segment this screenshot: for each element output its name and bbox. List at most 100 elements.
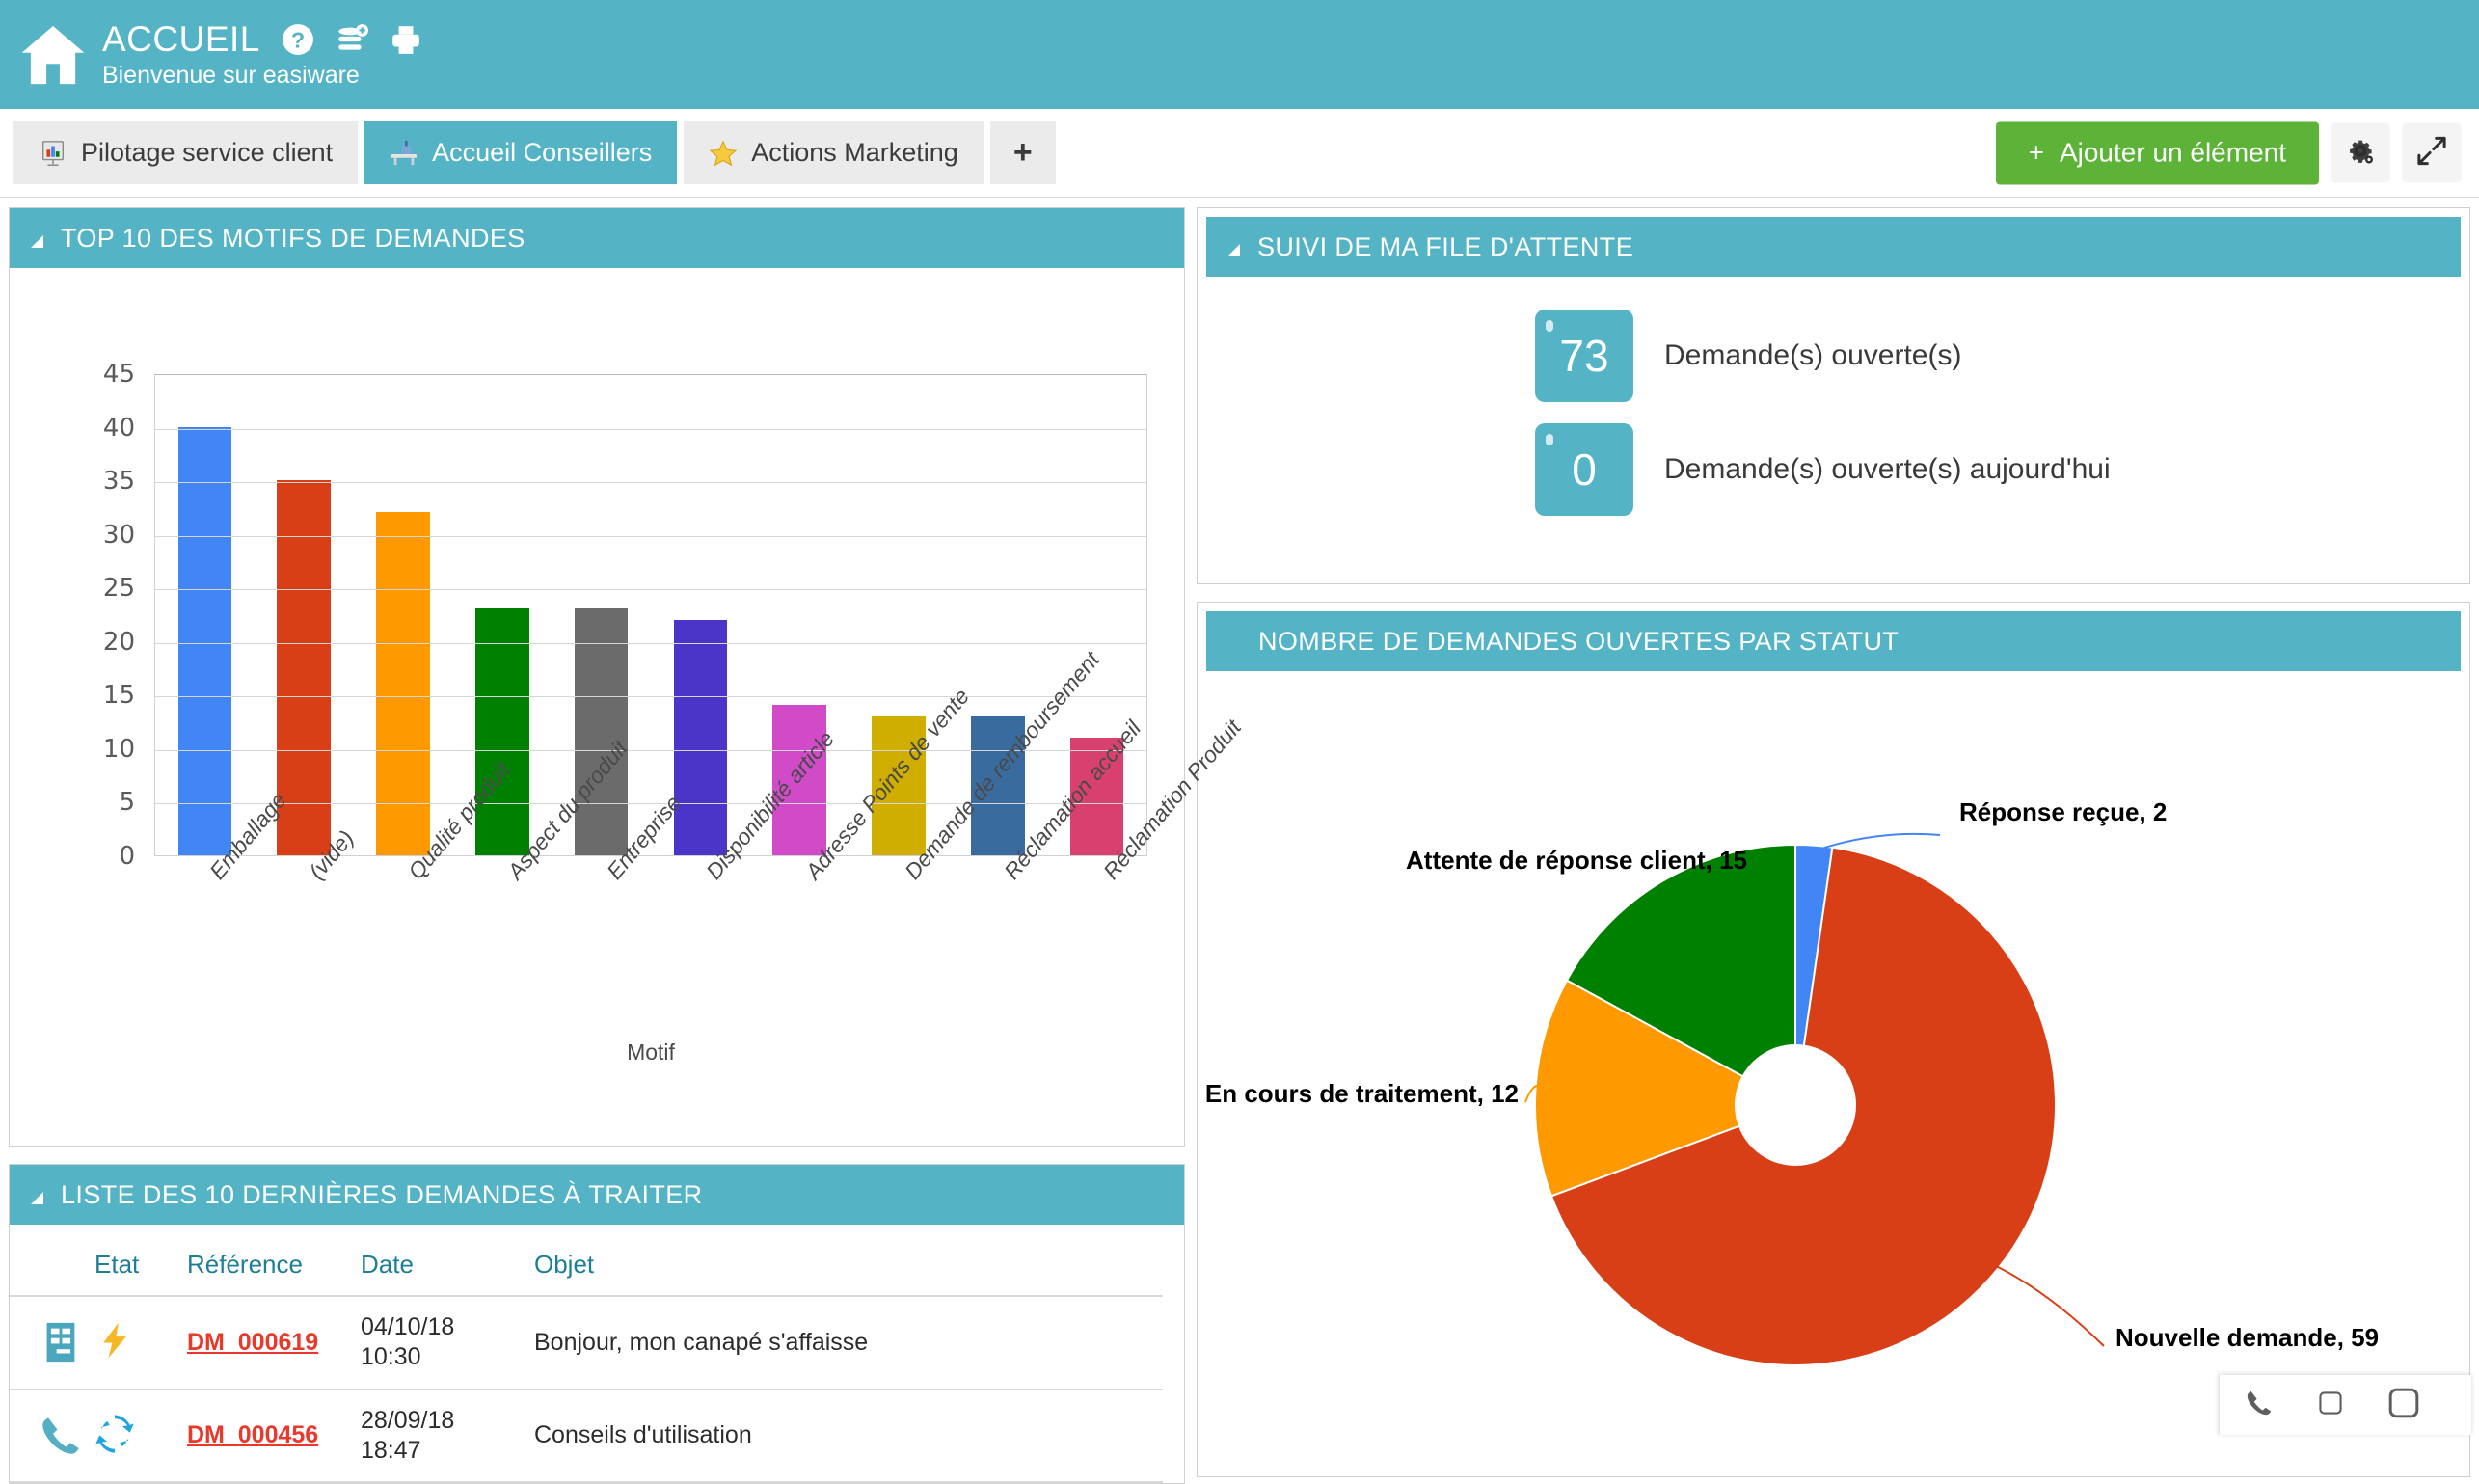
tab-actions-marketing[interactable]: Actions Marketing [684, 121, 984, 184]
cell-objet: Conseils d'utilisation [534, 1390, 1163, 1483]
dashboard-content: TOP 10 DES MOTIFS DE DEMANDES 0510152025… [0, 199, 2479, 1435]
cell-channel [10, 1390, 94, 1483]
x-axis-ticks: Emballage(vide)Qualité produitAspect du … [154, 864, 1147, 1057]
print-icon[interactable] [390, 23, 422, 56]
cell-date: 04/10/1810:30 [361, 1296, 534, 1390]
left-column: TOP 10 DES MOTIFS DE DEMANDES 0510152025… [9, 207, 1197, 1435]
col-objet: Objet [534, 1250, 1163, 1296]
table-row[interactable]: DM_000619 04/10/1810:30Bonjour, mon canap… [10, 1296, 1163, 1390]
panel-title: LISTE DES 10 DERNIÈRES DEMANDES À TRAITE… [61, 1180, 703, 1210]
page-title: ACCUEIL [102, 19, 260, 60]
cell-objet: Bonjour, mon canapé s'affaisse [534, 1296, 1163, 1390]
donut-data-label: Nouvelle demande, 59 [2115, 1323, 2379, 1352]
cell-channel [10, 1296, 94, 1390]
x-axis-tick: Aspect du produit [452, 864, 552, 1057]
collapse-caret-icon[interactable] [31, 1192, 43, 1204]
y-axis-tick-label: 40 [63, 414, 135, 443]
tab-accueil-conseillers[interactable]: Accueil Conseillers [364, 121, 677, 184]
queue-count-badge: 73 [1535, 310, 1633, 402]
add-record-icon[interactable] [336, 23, 368, 56]
cell-etat [94, 1390, 187, 1483]
x-axis-tick: Demande de remboursement [849, 864, 949, 1057]
bar-cell[interactable] [155, 375, 255, 855]
small-square-icon[interactable] [2318, 1390, 2343, 1420]
tab-bar: Pilotage service client Accueil Conseill… [0, 109, 2479, 198]
reference-link[interactable]: DM_000456 [187, 1421, 318, 1448]
cell-etat [94, 1296, 187, 1390]
tab-label: Pilotage service client [81, 138, 333, 168]
plus-icon: + [2029, 138, 2044, 169]
y-axis-tick-label: 35 [63, 467, 135, 496]
x-axis-title: Motif [154, 1039, 1147, 1066]
x-axis-tick: Réclamation Produit [1048, 864, 1147, 1057]
requests-table-wrap: Etat Référence Date Objet DM_000619 04/10… [10, 1250, 1184, 1483]
queue-row-today[interactable]: 0 Demande(s) ouverte(s) aujourd'hui [1535, 423, 2469, 516]
donut-svg: Réponse reçue, 2Attente de réponse clien… [1198, 671, 2451, 1476]
bar[interactable] [178, 427, 232, 855]
queue-count-badge: 0 [1535, 423, 1633, 516]
add-tab-button[interactable]: + [990, 121, 1056, 184]
large-square-icon[interactable] [2387, 1387, 2420, 1424]
settings-button[interactable] [2331, 123, 2390, 183]
y-axis-tick-label: 25 [63, 574, 135, 603]
svg-text:?: ? [291, 28, 305, 53]
add-element-button[interactable]: + Ajouter un élément [1996, 121, 2319, 184]
welcome-text: Bienvenue sur easiware [102, 62, 422, 90]
panel-title: NOMBRE DE DEMANDES OUVERTES PAR STATUT [1258, 627, 1899, 657]
phone-icon[interactable] [2245, 1389, 2274, 1422]
panel-file-attente: SUIVI DE MA FILE D'ATTENTE 73 Demande(s)… [1197, 207, 2470, 584]
app-header: ACCUEIL ? [0, 0, 2479, 109]
y-axis-tick-label: 10 [63, 735, 135, 764]
x-axis-tick: Qualité produit [353, 864, 452, 1057]
table-header-row: Etat Référence Date Objet [10, 1250, 1163, 1296]
bar[interactable] [575, 608, 629, 855]
bottom-float-toolbar [2219, 1375, 2471, 1435]
gear-icon [2345, 135, 2376, 171]
table-row[interactable]: DM_000456 28/09/1818:47Conseils d'utilisa… [10, 1390, 1163, 1483]
form-icon [39, 1320, 83, 1364]
chart-board-icon [39, 139, 67, 168]
header-title-block: ACCUEIL ? [102, 19, 422, 90]
gridline [155, 589, 1146, 590]
expand-arrows-icon [2417, 136, 2446, 170]
expand-button[interactable] [2402, 123, 2462, 183]
queue-row-open[interactable]: 73 Demande(s) ouverte(s) [1535, 310, 2469, 402]
bar[interactable] [674, 620, 728, 855]
help-icon[interactable]: ? [282, 23, 314, 56]
y-axis-tick-label: 30 [63, 521, 135, 550]
panel-header: SUIVI DE MA FILE D'ATTENTE [1206, 217, 2461, 277]
panel-header: TOP 10 DES MOTIFS DE DEMANDES [10, 208, 1184, 268]
donut-data-label: En cours de traitement, 12 [1205, 1079, 1519, 1108]
panel-title: SUIVI DE MA FILE D'ATTENTE [1257, 232, 1633, 262]
gridline [155, 429, 1146, 430]
y-axis-tick-label: 20 [63, 628, 135, 657]
gridline [155, 643, 1146, 644]
desk-icon [390, 139, 418, 168]
x-axis-tick: Disponibilité article [651, 864, 750, 1057]
gridline [155, 536, 1146, 537]
home-icon[interactable] [17, 19, 89, 91]
cell-date: 28/09/1818:47 [361, 1390, 534, 1483]
queue-label: Demande(s) ouverte(s) [1664, 339, 1961, 372]
cell-reference: DM_000619 [187, 1296, 361, 1390]
bar-cell[interactable] [651, 375, 750, 855]
panel-header: NOMBRE DE DEMANDES OUVERTES PAR STATUT [1206, 611, 2461, 671]
gridline [155, 803, 1146, 804]
collapse-caret-icon[interactable] [1227, 244, 1240, 256]
y-axis-tick-label: 5 [63, 788, 135, 817]
star-icon [709, 139, 738, 168]
bar-cell[interactable] [255, 375, 354, 855]
bar[interactable] [475, 608, 529, 855]
tab-label: Actions Marketing [751, 138, 958, 168]
add-element-label: Ajouter un élément [2060, 138, 2286, 169]
x-axis-tick: Adresse Points de vente [750, 864, 849, 1057]
bar-cell[interactable] [354, 375, 453, 855]
col-channel [10, 1250, 94, 1296]
collapse-caret-icon[interactable] [31, 235, 43, 248]
x-axis-tick: Emballage [154, 864, 254, 1057]
tab-pilotage-service-client[interactable]: Pilotage service client [13, 121, 358, 184]
queue-label: Demande(s) ouverte(s) aujourd'hui [1664, 453, 2111, 486]
y-axis-tick-label: 45 [63, 360, 135, 389]
requests-table: Etat Référence Date Objet DM_000619 04/10… [10, 1250, 1163, 1483]
reference-link[interactable]: DM_000619 [187, 1329, 318, 1356]
